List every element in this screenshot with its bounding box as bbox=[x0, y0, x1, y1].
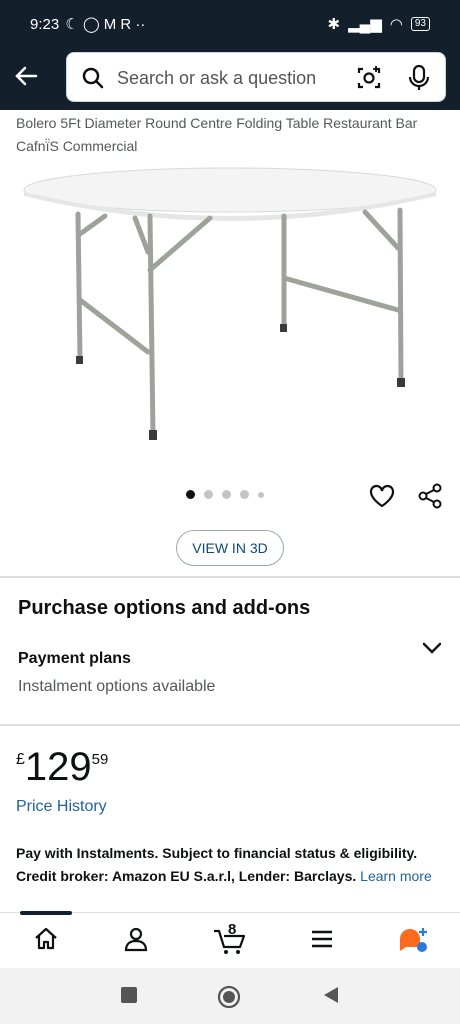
instalment-text: Pay with Instalments. Subject to financi… bbox=[16, 845, 418, 884]
search-bar[interactable]: Search or ask a question bbox=[66, 52, 446, 102]
account-icon[interactable] bbox=[122, 925, 150, 953]
active-tab-indicator bbox=[20, 911, 72, 915]
product-image[interactable] bbox=[20, 160, 440, 450]
bluetooth-icon: ✱ bbox=[327, 16, 341, 33]
payment-plans-label[interactable]: Payment plans bbox=[18, 650, 131, 668]
wifi-icon: ◠ bbox=[389, 16, 403, 33]
price-history-link[interactable]: Price History bbox=[16, 798, 107, 816]
system-nav-bar bbox=[0, 968, 460, 1024]
product-title: Bolero 5Ft Diameter Round Centre Folding… bbox=[16, 115, 418, 154]
chevron-down-icon[interactable] bbox=[420, 638, 444, 658]
payment-plans-subtitle: Instalment options available bbox=[18, 678, 216, 695]
carousel-dot-1[interactable] bbox=[186, 490, 195, 499]
carousel-dot-3[interactable] bbox=[222, 490, 231, 499]
rufus-assistant-icon[interactable] bbox=[396, 925, 430, 955]
status-left: 9:23 ☾ ◯ M R ·· bbox=[30, 15, 146, 34]
instalment-info: Pay with Instalments. Subject to financi… bbox=[16, 842, 436, 888]
search-input[interactable]: Search or ask a question bbox=[117, 68, 316, 89]
price-fraction: 59 bbox=[91, 751, 109, 768]
carousel-dot-5[interactable] bbox=[258, 491, 264, 498]
menu-icon[interactable] bbox=[308, 925, 336, 953]
section-divider bbox=[0, 576, 460, 578]
carousel-dot-4[interactable] bbox=[240, 490, 249, 499]
price-whole: 129 bbox=[24, 745, 92, 789]
home-icon[interactable] bbox=[32, 925, 60, 953]
image-carousel-dots[interactable] bbox=[186, 490, 264, 499]
learn-more-link[interactable]: Learn more bbox=[360, 868, 432, 884]
signal-icon: ▂▄▆ bbox=[348, 16, 382, 33]
status-right: ✱ ▂▄▆ ◠ 93 bbox=[327, 15, 430, 33]
cart-button[interactable]: 8 bbox=[212, 921, 248, 957]
microphone-icon[interactable] bbox=[407, 64, 431, 92]
app-header: Search or ask a question bbox=[0, 50, 460, 110]
price: £12959 bbox=[16, 745, 108, 790]
purchase-options-heading: Purchase options and add-ons bbox=[18, 597, 311, 619]
back-nav-icon[interactable] bbox=[320, 984, 342, 1006]
arrow-left-icon bbox=[15, 66, 38, 86]
notification-icons: ☾ ◯ M R ·· bbox=[65, 16, 146, 33]
cart-count: 8 bbox=[228, 921, 237, 938]
search-icon bbox=[82, 67, 104, 89]
carousel-dot-2[interactable] bbox=[204, 490, 213, 499]
battery-icon: 93 bbox=[410, 17, 430, 31]
price-currency: £ bbox=[16, 751, 25, 768]
share-icon[interactable] bbox=[416, 482, 444, 510]
home-button-icon[interactable] bbox=[216, 984, 242, 1010]
recent-apps-icon[interactable] bbox=[118, 984, 140, 1006]
status-time: 9:23 bbox=[30, 15, 60, 33]
heart-icon[interactable] bbox=[368, 482, 396, 510]
bottom-nav: 8 bbox=[0, 911, 460, 968]
view-in-3d-button[interactable]: VIEW IN 3D bbox=[176, 530, 284, 566]
back-button[interactable] bbox=[12, 62, 44, 94]
camera-search-icon[interactable] bbox=[355, 64, 383, 92]
section-divider bbox=[0, 724, 460, 726]
status-bar: 9:23 ☾ ◯ M R ·· ✱ ▂▄▆ ◠ 93 bbox=[0, 0, 460, 50]
